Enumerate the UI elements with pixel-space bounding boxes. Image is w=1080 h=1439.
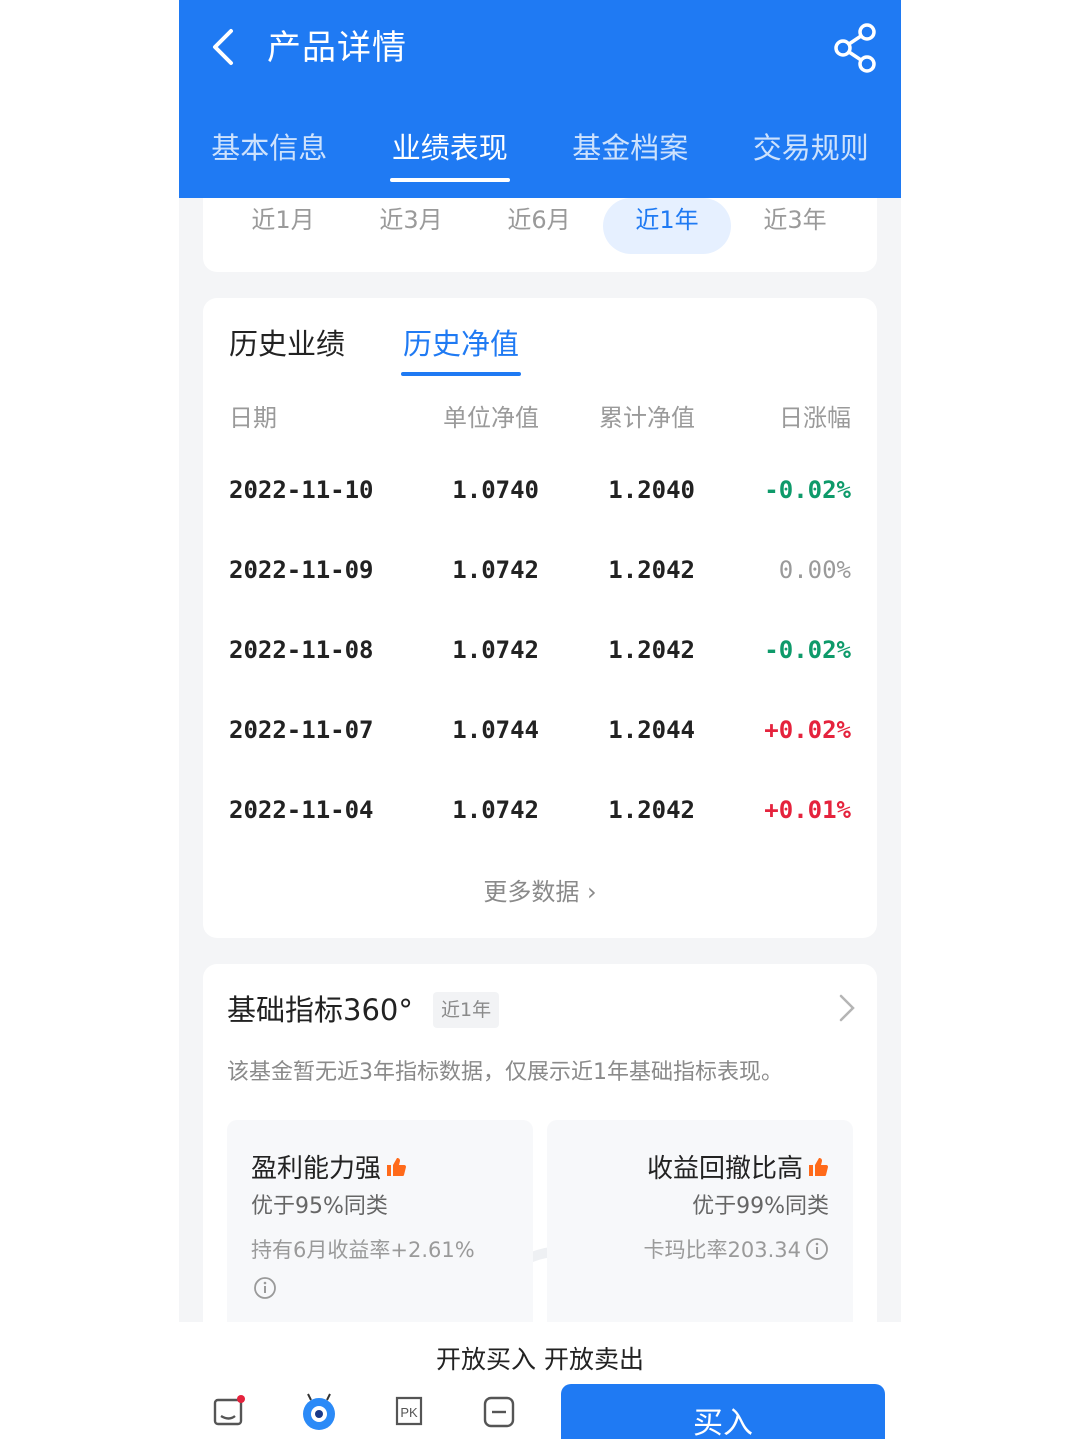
calmar-ratio-metric: 卡玛比率203.34 [643,1238,801,1262]
robot-assistant-icon[interactable] [299,1392,339,1432]
row-daily-change: +0.02% [764,716,851,744]
phone-screen: 产品详情 基本信息 业绩表现 基金档案 交易规则 近1月 近3月 近6月 近1年… [179,0,901,1439]
pk-compare-icon[interactable]: PK [391,1394,427,1430]
period-6m[interactable]: 近6月 [475,198,603,254]
table-row: 2022-11-07 1.0744 1.2044 +0.02% [203,708,877,752]
row-daily-change: +0.01% [764,796,851,824]
row-unit-nav: 1.0740 [452,476,539,504]
tab-trading-rules[interactable]: 交易规则 [721,120,902,180]
profitability-box[interactable]: 盈利能力强 优于95%同类 持有6月收益率+2.61% [227,1120,533,1340]
row-date: 2022-11-09 [229,556,374,584]
share-icon[interactable] [831,22,879,74]
header-unit-nav: 单位净值 [443,404,539,432]
tab-history-nav[interactable]: 历史净值 [400,322,522,376]
return-drawdown-box[interactable]: 收益回撤比高 优于99%同类 卡玛比率203.34 [547,1120,853,1340]
period-1m[interactable]: 近1月 [219,198,347,254]
return-drawdown-rank: 优于99%同类 [692,1194,829,1219]
period-3m[interactable]: 近3月 [347,198,475,254]
row-cumulative-nav: 1.2042 [608,636,695,664]
table-row: 2022-11-09 1.0742 1.2042 0.00% [203,548,877,592]
tab-fund-profile[interactable]: 基金档案 [540,120,721,180]
buy-button[interactable]: 买入 [561,1384,885,1439]
indicator-title: 基础指标360° [227,993,413,1027]
profitability-rank: 优于95%同类 [251,1194,388,1219]
row-daily-change: -0.02% [764,636,851,664]
info-icon[interactable] [805,1237,829,1261]
return-drawdown-title-row: 收益回撤比高 [647,1148,829,1185]
row-date: 2022-11-04 [229,796,374,824]
tab-history-performance[interactable]: 历史业绩 [229,322,345,366]
page-title: 产品详情 [267,28,407,68]
row-cumulative-nav: 1.2044 [608,716,695,744]
indicator-card: 基础指标360° 近1年 该基金暂无近3年指标数据，仅展示近1年基础指标表现。 … [203,964,877,1439]
header-date: 日期 [229,404,277,432]
thumbs-up-icon [809,1157,828,1176]
period-3y[interactable]: 近3年 [731,198,859,254]
row-date: 2022-11-08 [229,636,374,664]
minus-box-icon[interactable] [481,1394,517,1430]
return-drawdown-title: 收益回撤比高 [646,1154,803,1184]
header-cumulative-nav: 累计净值 [599,404,695,432]
tab-basic-info[interactable]: 基本信息 [179,120,360,180]
history-card: 历史业绩 历史净值 日期 单位净值 累计净值 日涨幅 2022-11-10 1.… [203,298,877,938]
back-arrow-icon[interactable] [203,22,243,72]
row-date: 2022-11-07 [229,716,374,744]
profitability-metric: 持有6月收益率+2.61% [251,1238,475,1262]
indicator-description: 该基金暂无近3年指标数据，仅展示近1年基础指标表现。 [227,1060,783,1085]
svg-text:PK: PK [400,1405,418,1420]
more-data-link[interactable]: 更多数据 › [203,872,877,907]
row-unit-nav: 1.0742 [452,796,539,824]
tab-performance[interactable]: 业绩表现 [360,120,541,180]
trading-status: 开放买入 开放卖出 [436,1345,644,1374]
row-daily-change: -0.02% [764,476,851,504]
top-header: 产品详情 基本信息 业绩表现 基金档案 交易规则 [179,0,901,198]
table-row: 2022-11-08 1.0742 1.2042 -0.02% [203,628,877,672]
main-tab-bar: 基本信息 业绩表现 基金档案 交易规则 [179,120,901,180]
row-unit-nav: 1.0744 [452,716,539,744]
header-daily-change: 日涨幅 [779,404,851,432]
row-cumulative-nav: 1.2040 [608,476,695,504]
row-daily-change: 0.00% [778,556,851,584]
thumbs-up-icon [387,1157,407,1176]
profitability-title: 盈利能力强 [251,1154,382,1184]
table-row: 2022-11-04 1.0742 1.2042 +0.01% [203,788,877,832]
row-unit-nav: 1.0742 [452,556,539,584]
indicator-period-badge: 近1年 [433,992,500,1028]
bottom-action-bar: 开放买入 开放卖出 PK 买入 [179,1322,901,1439]
row-date: 2022-11-10 [229,476,374,504]
message-icon[interactable] [211,1394,247,1430]
row-unit-nav: 1.0742 [452,636,539,664]
row-cumulative-nav: 1.2042 [608,796,695,824]
profitability-title-row: 盈利能力强 [251,1148,407,1185]
chevron-right-icon[interactable] [835,992,859,1024]
calmar-ratio-row: 卡玛比率203.34 [644,1234,829,1264]
period-selector: 近1月 近3月 近6月 近1年 近3年 [203,198,877,270]
info-icon[interactable] [253,1276,277,1300]
table-row: 2022-11-10 1.0740 1.2040 -0.02% [203,468,877,512]
period-1y[interactable]: 近1年 [603,198,731,254]
row-cumulative-nav: 1.2042 [608,556,695,584]
table-header: 日期 单位净值 累计净值 日涨幅 [203,398,877,442]
